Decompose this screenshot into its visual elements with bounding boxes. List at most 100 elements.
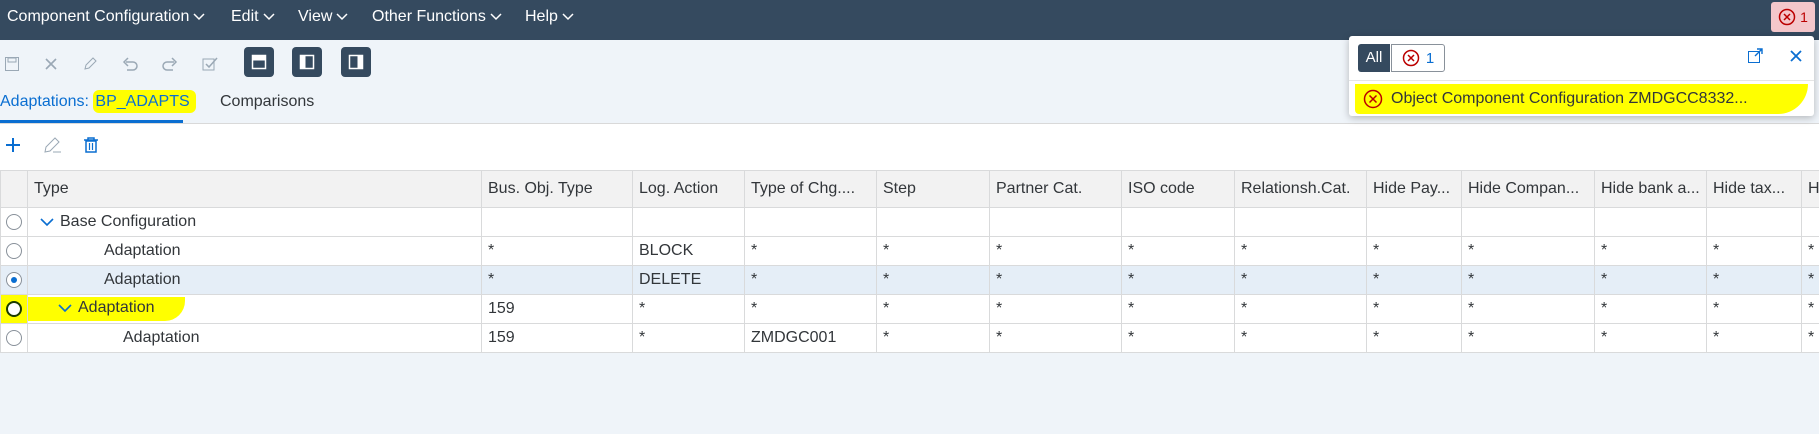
close-icon[interactable]: [1789, 49, 1803, 68]
table-cell: *: [1234, 236, 1367, 266]
menu-label: Edit: [231, 8, 259, 25]
table-cell: *: [989, 265, 1122, 295]
table-cell: [1234, 207, 1367, 237]
menu-view[interactable]: View: [298, 0, 348, 34]
table-cell: [1801, 207, 1819, 237]
table-cell: *: [744, 265, 877, 295]
table-row-selected[interactable]: Adaptation * DELETE * * * * * * * * * *: [0, 265, 1819, 295]
tab-value: BP_ADAPTS: [93, 90, 196, 113]
table-cell: *: [1706, 323, 1802, 353]
edit-pencil-icon[interactable]: [78, 52, 102, 76]
menu-bar: Component Configuration Edit View Other …: [0, 0, 1819, 40]
chevron-down-icon: [490, 13, 502, 20]
adaptations-table: Type Bus. Obj. Type Log. Action Type of …: [0, 170, 1819, 353]
table-cell: *: [1594, 323, 1707, 353]
table-cell: *: [1706, 265, 1802, 295]
column-header[interactable]: Type: [27, 170, 482, 208]
type-label: Adaptation: [78, 299, 155, 316]
radio-button[interactable]: [6, 329, 22, 346]
filter-all-button[interactable]: All: [1358, 44, 1390, 72]
table-cell: *: [989, 323, 1122, 353]
add-icon[interactable]: [4, 136, 22, 159]
column-header[interactable]: Relationsh.Cat.: [1234, 170, 1367, 208]
menu-component-configuration[interactable]: Component Configuration: [7, 0, 205, 34]
table-cell: [1594, 207, 1707, 237]
table-cell: *: [1366, 294, 1462, 324]
table-cell: *: [876, 236, 990, 266]
table-row[interactable]: Base Configuration: [0, 207, 1819, 237]
menu-label: Help: [525, 8, 558, 25]
table-row[interactable]: Adaptation * BLOCK * * * * * * * * * *: [0, 236, 1819, 266]
row-selector[interactable]: [0, 236, 28, 266]
radio-button[interactable]: [6, 213, 22, 230]
table-cell: *: [1801, 323, 1819, 353]
radio-button[interactable]: [6, 300, 22, 317]
layout-right-panel-button[interactable]: [341, 47, 371, 77]
menu-help[interactable]: Help: [525, 0, 574, 34]
message-popover: All 1 Object Component Configuration ZMD…: [1349, 36, 1814, 116]
row-selector[interactable]: [0, 294, 28, 324]
table-cell: *: [1801, 236, 1819, 266]
layout-left-panel-button[interactable]: [292, 47, 322, 77]
column-header[interactable]: Hide tax...: [1706, 170, 1802, 208]
table-row[interactable]: Adaptation 159 * * * * * * * * * * *: [0, 294, 1819, 324]
table-cell: DELETE: [632, 265, 745, 295]
row-selector[interactable]: [0, 207, 28, 237]
column-header[interactable]: H: [1801, 170, 1819, 208]
save-icon[interactable]: [0, 52, 24, 76]
table-cell: [876, 207, 990, 237]
message-item[interactable]: Object Component Configuration ZMDGCC833…: [1355, 84, 1808, 114]
table-cell: *: [1801, 294, 1819, 324]
row-selector[interactable]: [0, 265, 28, 295]
tab-comparisons[interactable]: Comparisons: [220, 93, 314, 119]
menu-label: View: [298, 8, 333, 25]
row-selector[interactable]: [0, 323, 28, 353]
layout-top-panel-button[interactable]: [244, 47, 274, 77]
column-header[interactable]: Partner Cat.: [989, 170, 1122, 208]
menu-edit[interactable]: Edit: [231, 0, 275, 34]
table-row[interactable]: Adaptation 159 * ZMDGC001 * * * * * * * …: [0, 323, 1819, 353]
table-cell: ZMDGC001: [744, 323, 877, 353]
tab-adaptations[interactable]: Adaptations: BP_ADAPTS: [0, 90, 196, 119]
edit-row-icon[interactable]: [43, 136, 63, 159]
message-text: Object Component Configuration ZMDGCC833…: [1391, 90, 1748, 107]
check-icon[interactable]: [198, 52, 222, 76]
column-header[interactable]: ISO code: [1121, 170, 1235, 208]
column-header[interactable]: Type of Chg....: [744, 170, 877, 208]
table-toolbar: [0, 123, 1819, 171]
redo-icon[interactable]: [158, 52, 182, 76]
table-header-row: Type Bus. Obj. Type Log. Action Type of …: [0, 170, 1819, 208]
table-cell: *: [876, 294, 990, 324]
error-indicator-button[interactable]: 1: [1771, 2, 1815, 32]
layout-left-icon: [299, 54, 315, 70]
filter-errors-button[interactable]: 1: [1391, 44, 1445, 72]
type-cell: Adaptation: [27, 323, 482, 353]
expand-chevron-icon[interactable]: [40, 217, 54, 227]
radio-button[interactable]: [6, 242, 22, 259]
column-header[interactable]: Log. Action: [632, 170, 745, 208]
expand-chevron-icon[interactable]: [58, 303, 72, 313]
radio-button-selected[interactable]: [6, 271, 22, 288]
table-cell: *: [632, 323, 745, 353]
menu-label: Component Configuration: [7, 8, 190, 25]
table-cell: [1461, 207, 1595, 237]
table-cell: *: [1121, 265, 1235, 295]
trash-icon[interactable]: [83, 136, 99, 159]
table-cell: [744, 207, 877, 237]
cancel-icon[interactable]: [39, 52, 63, 76]
error-count: 1: [1425, 49, 1435, 67]
table-cell: *: [1121, 236, 1235, 266]
undo-icon[interactable]: [118, 52, 142, 76]
error-count: 1: [1800, 9, 1808, 25]
menu-other-functions[interactable]: Other Functions: [372, 0, 502, 34]
column-header[interactable]: Step: [876, 170, 990, 208]
table-cell: *: [876, 265, 990, 295]
table-cell: BLOCK: [632, 236, 745, 266]
column-header[interactable]: Hide bank a...: [1594, 170, 1707, 208]
chevron-down-icon: [336, 13, 348, 20]
open-in-new-window-icon[interactable]: [1747, 48, 1763, 69]
column-header[interactable]: Hide Compan...: [1461, 170, 1595, 208]
table-cell: *: [989, 294, 1122, 324]
column-header[interactable]: Hide Pay...: [1366, 170, 1462, 208]
column-header[interactable]: Bus. Obj. Type: [481, 170, 633, 208]
